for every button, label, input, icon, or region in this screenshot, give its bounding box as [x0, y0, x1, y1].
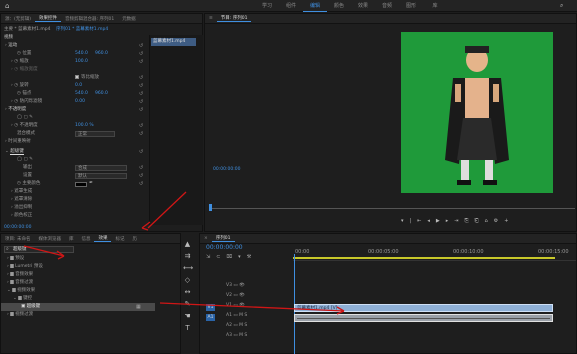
annotation-arrow-1	[147, 191, 187, 229]
annotation-arrow-3	[159, 302, 345, 312]
annotation-arrows	[23, 191, 345, 315]
annotation-arrowhead-1	[141, 221, 151, 231]
